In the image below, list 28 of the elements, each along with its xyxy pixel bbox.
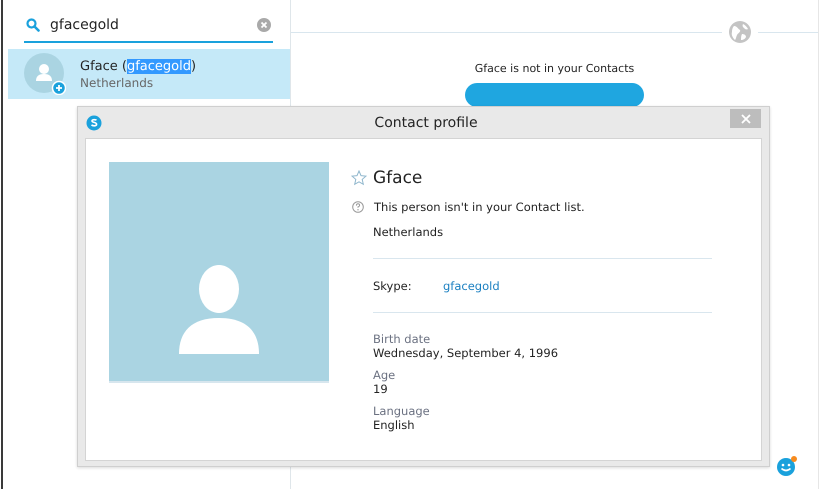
clear-icon[interactable] <box>257 18 271 32</box>
contact-name: Gface <box>373 168 422 188</box>
close-button[interactable] <box>730 109 761 128</box>
field-label: Skype: <box>373 279 413 293</box>
field-value: English <box>373 418 416 432</box>
field-label: Age <box>373 368 396 382</box>
status-note: This person isn't in your Contact list. <box>374 200 585 214</box>
help-icon <box>352 201 364 213</box>
field-label: Language <box>373 404 431 418</box>
close-icon <box>740 114 750 124</box>
search-field[interactable]: gfacegold <box>24 8 273 43</box>
contact-location: Netherlands <box>373 225 444 239</box>
contact-location: Netherlands <box>80 76 154 90</box>
skype-id-link[interactable]: gfacegold <box>443 279 500 293</box>
avatar-icon <box>24 53 66 95</box>
dialog-title: Contact profile <box>373 114 479 130</box>
field-label: Birth date <box>373 332 432 346</box>
field-value: Wednesday, September 4, 1996 <box>373 346 560 360</box>
contact-notice: Gface is not in your Contacts <box>474 62 634 75</box>
globe-icon <box>728 20 752 44</box>
field-value: 19 <box>373 382 389 396</box>
contact-name: Gface (gfacegold) <box>80 58 196 74</box>
search-result[interactable]: Gface (gfacegold) Netherlands <box>8 49 290 99</box>
skype-logo-icon <box>86 114 102 130</box>
add-contact-button[interactable] <box>465 83 644 107</box>
search-icon <box>26 18 40 32</box>
star-icon[interactable] <box>351 170 367 186</box>
emoticon-icon[interactable] <box>776 455 798 477</box>
